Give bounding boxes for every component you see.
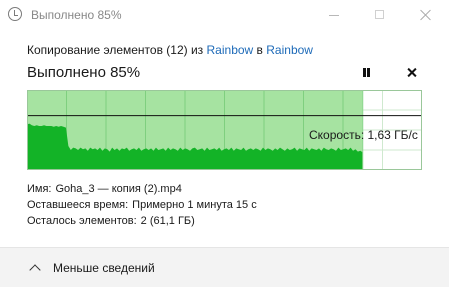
less-details-label: Меньше сведений xyxy=(53,261,155,275)
details-value: Goha_3 — копия (2).mp4 xyxy=(55,183,182,195)
maximize-button[interactable] xyxy=(357,0,403,32)
pause-icon-bar xyxy=(367,68,370,77)
title-bar[interactable]: Выполнено 85% xyxy=(0,0,449,32)
details-value: Примерно 1 минута 15 с xyxy=(132,199,257,211)
copy-description: Копирование элементов (12) из Rainbow в … xyxy=(27,43,313,57)
pause-button[interactable] xyxy=(356,64,376,82)
chevron-up-icon xyxy=(29,264,41,276)
details-row: Имя: Goha_3 — копия (2).mp4 xyxy=(27,181,257,197)
details-row: Осталось элементов: 2 (61,1 ГБ) xyxy=(27,213,257,229)
pause-icon xyxy=(363,68,366,77)
details-row: Оставшееся время: Примерно 1 минута 15 с xyxy=(27,197,257,213)
source-folder-link[interactable]: Rainbow xyxy=(207,43,254,57)
footer-bar: Меньше сведений xyxy=(0,247,449,287)
details-value: 2 (61,1 ГБ) xyxy=(140,215,195,227)
less-details-button[interactable]: Меньше сведений xyxy=(28,259,155,277)
copy-prefix: Копирование элементов (12) из xyxy=(27,43,207,57)
speed-label: Скорость: 1,63 ГБ/с xyxy=(309,128,418,142)
window-title: Выполнено 85% xyxy=(31,8,122,22)
details-key: Осталось элементов: xyxy=(27,215,137,227)
details-panel: Имя: Goha_3 — копия (2).mp4 Оставшееся вре… xyxy=(27,181,257,229)
details-key: Оставшееся время: xyxy=(27,199,129,211)
maximize-icon xyxy=(375,10,384,19)
minimize-button[interactable] xyxy=(311,0,357,32)
checkmark-circle-icon xyxy=(8,7,22,21)
progress-heading: Выполнено 85% xyxy=(27,64,141,81)
close-window-button[interactable] xyxy=(403,0,449,32)
details-key: Имя: xyxy=(27,183,52,195)
cancel-button[interactable] xyxy=(402,64,422,82)
copy-progress-window: Выполнено 85% Копирование элементов (12)… xyxy=(0,0,449,287)
destination-folder-link[interactable]: Rainbow xyxy=(266,43,313,57)
copy-middle: в xyxy=(253,43,267,57)
minimize-icon xyxy=(329,15,339,16)
close-icon xyxy=(420,9,432,21)
